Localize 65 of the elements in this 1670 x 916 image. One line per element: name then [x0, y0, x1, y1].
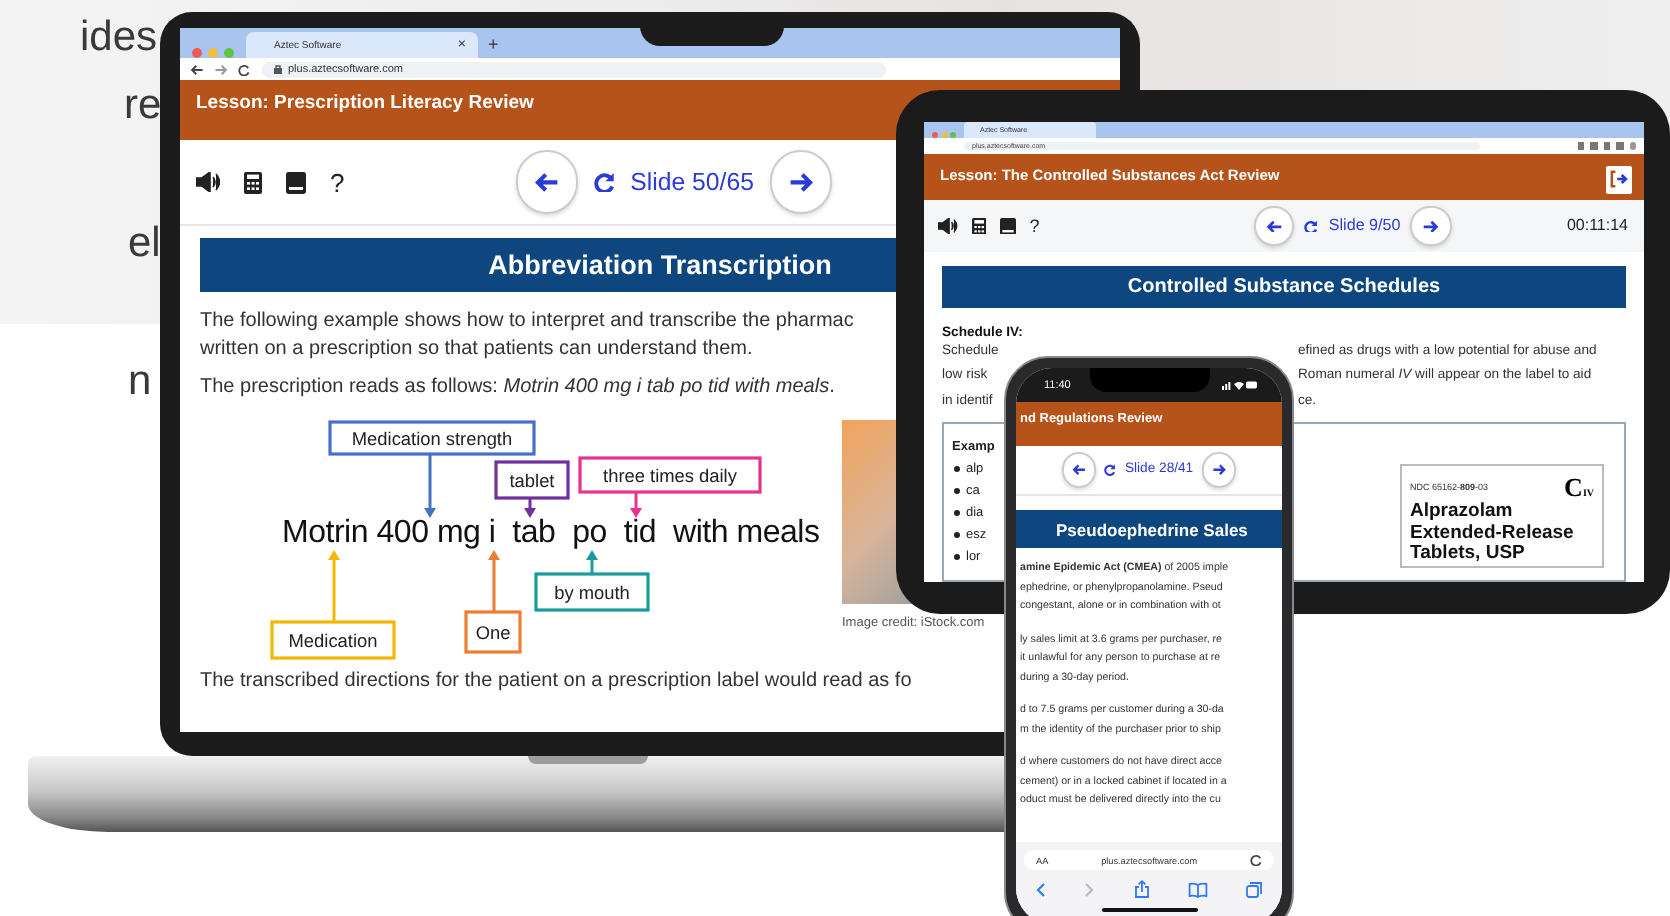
annotation-arrow	[524, 498, 536, 518]
slide-counter: Slide 50/65	[630, 168, 754, 196]
next-button[interactable]	[1201, 452, 1237, 488]
paragraph-line: The following example shows how to interpret and transcribe the pharmac	[200, 308, 854, 336]
help-button[interactable]: ?	[330, 167, 345, 197]
paragraph-line: The transcribed directions for the patient on a prescription label would read as fo	[200, 668, 912, 696]
right-arrow-icon	[1211, 464, 1227, 476]
prescription-sentence: Motrin 400 mg i tab po tid with meals	[282, 516, 820, 550]
lesson-title: Lesson: Prescription Literacy Review	[196, 92, 534, 114]
help-button[interactable]: ?	[1029, 215, 1040, 236]
annotation-label: Medication strength	[328, 420, 536, 456]
phone-notch	[1090, 368, 1210, 392]
annotation-arrow	[630, 492, 642, 518]
annotation-arrow	[586, 550, 598, 574]
drug-name: Alprazolam Extended-Release Tablets, USP	[1410, 502, 1576, 565]
new-tab-button[interactable]: +	[488, 32, 499, 58]
share-icon[interactable]	[1133, 880, 1149, 898]
annotation-arrow	[424, 454, 436, 518]
left-arrow-icon	[534, 171, 561, 193]
tabs-icon[interactable]	[1246, 881, 1262, 897]
slide-counter: Slide 9/50	[1328, 216, 1401, 235]
annotation-arrow	[488, 550, 500, 612]
refresh-icon	[1104, 464, 1117, 476]
paragraph-line: written on a prescription so that patients can understand them.	[200, 336, 753, 364]
right-arrow-icon	[1422, 219, 1440, 233]
next-button[interactable]	[1410, 205, 1452, 247]
annotation-label: One	[464, 610, 522, 654]
book-icon[interactable]	[286, 171, 306, 193]
next-button[interactable]	[769, 150, 832, 214]
previous-button[interactable]	[1254, 205, 1295, 247]
right-arrow-icon	[787, 171, 814, 193]
forward-icon	[214, 63, 228, 75]
annotation-label: Medication	[270, 620, 396, 660]
lock-icon	[274, 64, 282, 74]
speaker-icon[interactable]	[938, 217, 958, 234]
speaker-icon[interactable]	[196, 172, 220, 192]
exit-button[interactable]	[1606, 165, 1632, 194]
annotation-label: three times daily	[578, 456, 762, 494]
slide-title: Pseudoephedrine Sales	[1056, 519, 1248, 539]
left-arrow-icon	[1071, 464, 1087, 476]
reload-icon	[1249, 854, 1262, 866]
back-icon[interactable]	[1036, 881, 1046, 897]
reload-icon	[238, 63, 250, 75]
timer: 00:11:14	[1566, 216, 1628, 235]
home-indicator	[1101, 908, 1197, 912]
prescription-text: The prescription reads as follows: Motrin 400 mg i tab po tid with meals.	[200, 374, 835, 402]
previous-button[interactable]	[1061, 452, 1097, 488]
heading-fragment: ides	[80, 16, 160, 58]
slide-title: Abbreviation Transcription	[488, 250, 832, 280]
heading-fragment: re	[124, 84, 162, 126]
refresh-icon	[593, 171, 615, 193]
book-icon[interactable]	[999, 217, 1016, 235]
status-icons	[1222, 380, 1258, 390]
previous-button[interactable]	[516, 150, 579, 214]
calculator-icon[interactable]	[244, 171, 262, 193]
annotation-label: tablet	[494, 460, 570, 500]
back-icon	[190, 63, 204, 75]
calculator-icon[interactable]	[971, 217, 986, 235]
annotation-label: by mouth	[534, 572, 650, 612]
refresh-icon	[1304, 219, 1319, 233]
slide-title: Controlled Substance Schedules	[1127, 275, 1441, 297]
left-arrow-icon	[1265, 219, 1283, 233]
annotation-arrow	[328, 550, 340, 622]
heading-fragment: el	[128, 222, 162, 264]
heading-fragment: n	[128, 360, 154, 402]
